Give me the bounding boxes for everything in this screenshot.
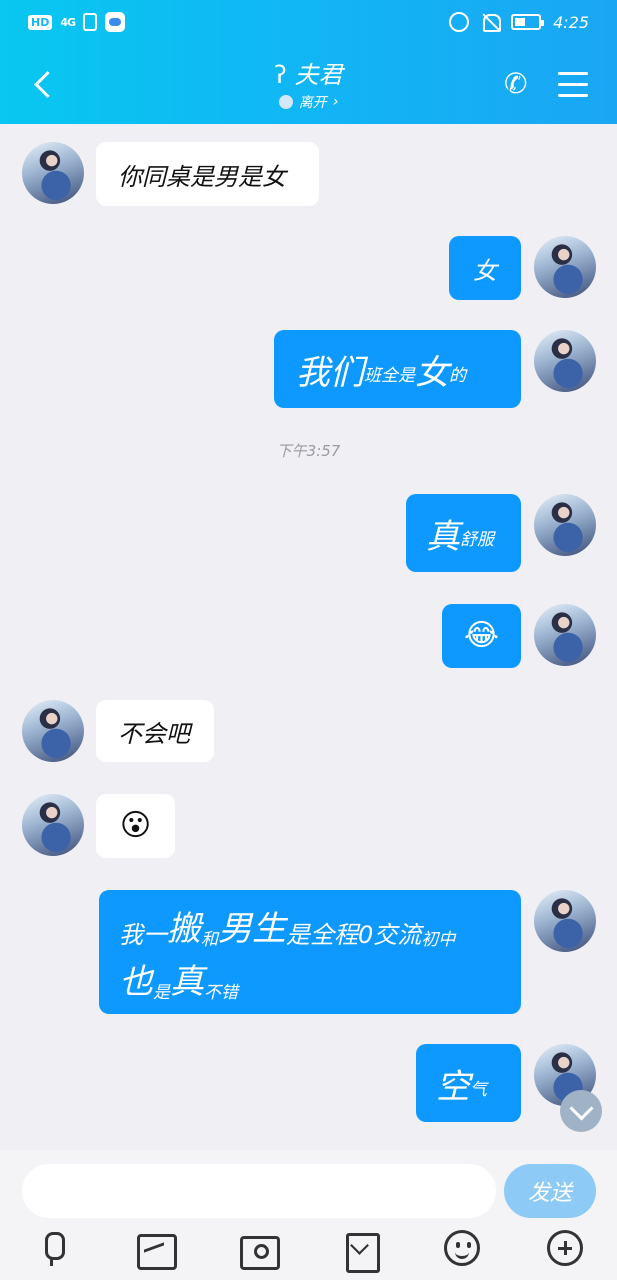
- message-text-part: 是全程0交流: [286, 921, 422, 949]
- contact-avatar[interactable]: [22, 142, 84, 204]
- clock-status-icon: [278, 95, 293, 109]
- message-text-part: 女: [415, 352, 449, 393]
- message-bubble-outgoing[interactable]: 女: [449, 236, 521, 300]
- message-bubble-outgoing[interactable]: 我一 搬 和 男生 是全程0交流 初中 也 是 真 不错: [99, 890, 521, 1014]
- plus-icon[interactable]: [547, 1230, 583, 1266]
- message-text-part: 初中: [421, 930, 456, 950]
- message-text-part: 舒服: [460, 530, 494, 550]
- message-bubble-outgoing[interactable]: 😂: [442, 604, 521, 668]
- battery-icon: [511, 14, 545, 30]
- contact-info[interactable]: ʔ 夫君 离开 ›: [200, 60, 417, 112]
- menu-icon[interactable]: [558, 72, 588, 98]
- status-bar: HD 4G 4:25: [0, 0, 617, 46]
- mute-bell-icon: [481, 12, 502, 32]
- message-text-part: 班全是: [364, 366, 415, 386]
- message-text: 你同桌是男是女: [118, 162, 286, 191]
- message-text-part: 和: [201, 930, 218, 950]
- message-text-part: 我们: [296, 352, 364, 393]
- message-input[interactable]: [22, 1164, 496, 1218]
- emoji-icon[interactable]: [444, 1230, 480, 1266]
- microphone-icon[interactable]: [32, 1230, 72, 1270]
- message-text: 女: [473, 256, 497, 285]
- message-bubble-incoming[interactable]: 😮: [96, 794, 175, 858]
- status-time: 4:25: [553, 12, 589, 32]
- input-bar: 发送: [0, 1150, 617, 1280]
- message-text-part: 空: [436, 1066, 470, 1107]
- message-line: 也 是 真 不错: [119, 954, 238, 1003]
- laughing-emoji-icon: 😂: [463, 618, 500, 653]
- contact-status: 离开: [298, 95, 327, 111]
- message-text: 不会吧: [118, 719, 190, 748]
- hd-badge: HD: [28, 14, 53, 30]
- message-timestamp: 下午3:57: [276, 442, 341, 460]
- my-avatar[interactable]: [534, 330, 596, 392]
- weather-app-icon: [105, 12, 126, 32]
- phone-icon[interactable]: ✆: [504, 66, 534, 102]
- surprised-emoji-icon: 😮: [119, 808, 152, 843]
- contact-name: 夫君: [294, 61, 343, 89]
- message-line: 我一 搬 和 男生 是全程0交流 初中: [119, 901, 455, 950]
- signal-icon: 4G: [60, 15, 76, 29]
- message-text-part: 真: [426, 516, 460, 557]
- contact-avatar[interactable]: [22, 794, 84, 856]
- contact-avatar[interactable]: [22, 700, 84, 762]
- status-chevron-icon: ›: [332, 94, 339, 110]
- ear-icon: ʔ: [274, 61, 287, 89]
- my-avatar[interactable]: [534, 236, 596, 298]
- input-toolbar: [0, 1228, 617, 1273]
- red-packet-icon[interactable]: [341, 1230, 381, 1273]
- camera-icon[interactable]: [238, 1230, 280, 1270]
- message-list[interactable]: 你同桌是男是女 女 我们 班全是 女 的 下午3:57 真 舒服 😂 不会吧 😮…: [0, 124, 617, 1150]
- message-text-part: 的: [449, 366, 466, 386]
- message-bubble-outgoing[interactable]: 我们 班全是 女 的: [274, 330, 521, 408]
- back-arrow-icon[interactable]: [30, 68, 56, 102]
- message-text-part: 也: [119, 962, 153, 1002]
- top-bar: HD 4G 4:25 ʔ 夫君 离开 › ✆: [0, 0, 617, 124]
- message-text-part: 不错: [204, 983, 238, 1003]
- message-bubble-outgoing[interactable]: 空 气: [416, 1044, 521, 1122]
- message-text-part: 我一: [119, 921, 167, 949]
- image-icon[interactable]: [135, 1230, 177, 1270]
- message-text-part: 搬: [167, 909, 201, 949]
- message-bubble-outgoing[interactable]: 真 舒服: [406, 494, 521, 572]
- my-avatar[interactable]: [534, 604, 596, 666]
- my-avatar[interactable]: [534, 890, 596, 952]
- send-button[interactable]: 发送: [504, 1164, 596, 1218]
- message-text-part: 男生: [218, 909, 286, 949]
- my-avatar[interactable]: [534, 494, 596, 556]
- scroll-to-bottom-button[interactable]: [560, 1090, 602, 1132]
- message-text-part: 是: [153, 983, 170, 1003]
- message-text-part: 真: [170, 962, 204, 1002]
- message-text-part: 气: [470, 1080, 487, 1100]
- message-bubble-incoming[interactable]: 你同桌是男是女: [96, 142, 319, 206]
- message-bubble-incoming[interactable]: 不会吧: [96, 700, 214, 762]
- sim-icon: [83, 13, 98, 31]
- alarm-icon: [449, 12, 470, 32]
- chat-header: ʔ 夫君 离开 › ✆: [0, 46, 617, 124]
